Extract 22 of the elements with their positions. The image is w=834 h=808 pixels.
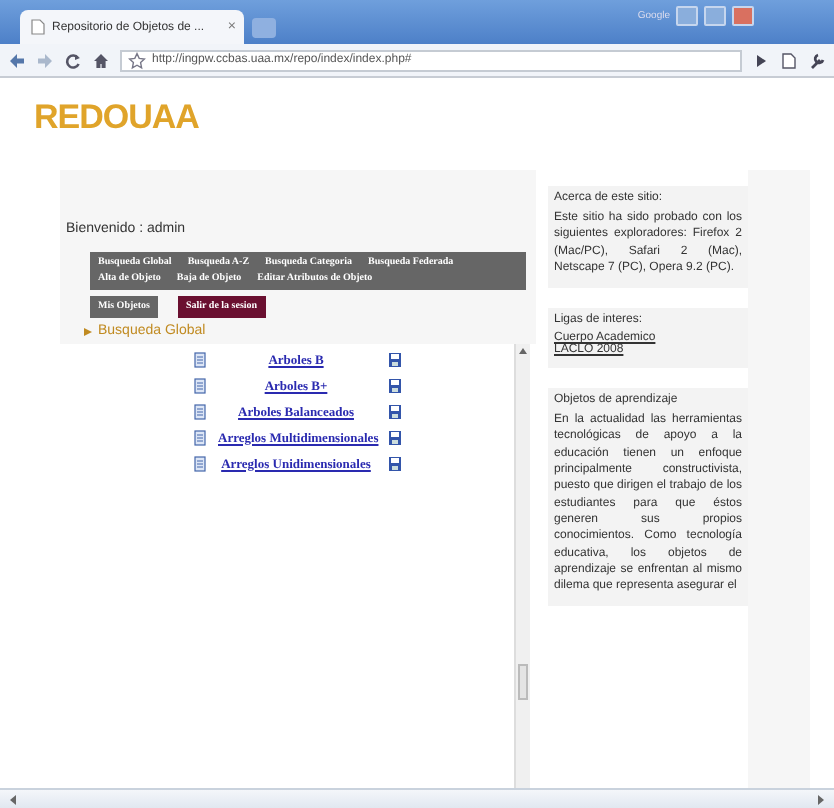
page-menu-icon[interactable] [780,51,798,69]
scroll-thumb[interactable] [518,664,528,700]
bullet-icon [84,327,92,335]
home-icon[interactable] [92,51,110,69]
play-icon[interactable] [752,51,770,69]
wrench-icon[interactable] [808,51,826,69]
scroll-left-icon[interactable] [8,794,18,806]
scroll-right-icon[interactable] [816,794,826,806]
scroll-up-icon[interactable] [516,344,530,358]
page-icon [28,18,46,36]
reload-icon[interactable] [64,51,82,69]
document-icon[interactable] [194,352,206,368]
document-icon[interactable] [194,404,206,420]
document-icon[interactable] [194,430,206,446]
horizontal-scrollbar[interactable] [0,788,834,808]
close-button[interactable] [732,6,754,26]
back-icon[interactable] [8,51,26,69]
site-title: REDOUAA [32,96,201,140]
star-icon[interactable] [128,51,146,69]
scrollbar[interactable] [514,344,530,788]
document-icon[interactable] [194,456,206,472]
document-icon[interactable] [194,378,206,394]
